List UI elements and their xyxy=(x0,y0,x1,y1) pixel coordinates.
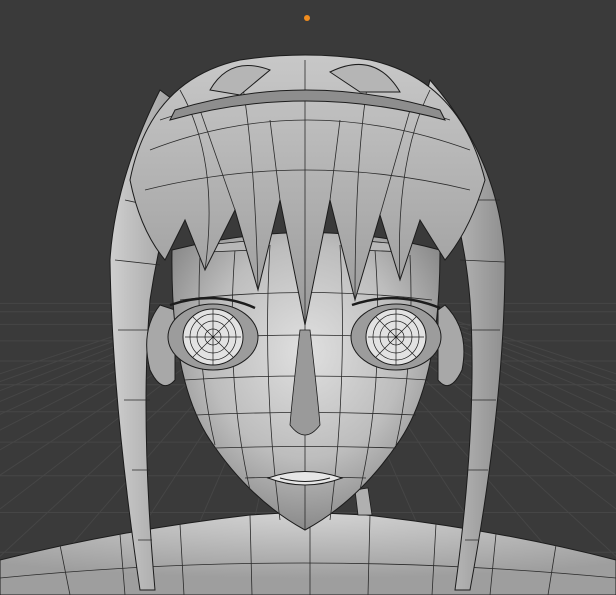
object-origin-icon[interactable] xyxy=(304,15,310,21)
3d-viewport[interactable] xyxy=(0,0,616,595)
right-iris-wire xyxy=(368,309,424,365)
left-iris-wire xyxy=(185,309,241,365)
viewport-canvas[interactable] xyxy=(0,0,616,595)
